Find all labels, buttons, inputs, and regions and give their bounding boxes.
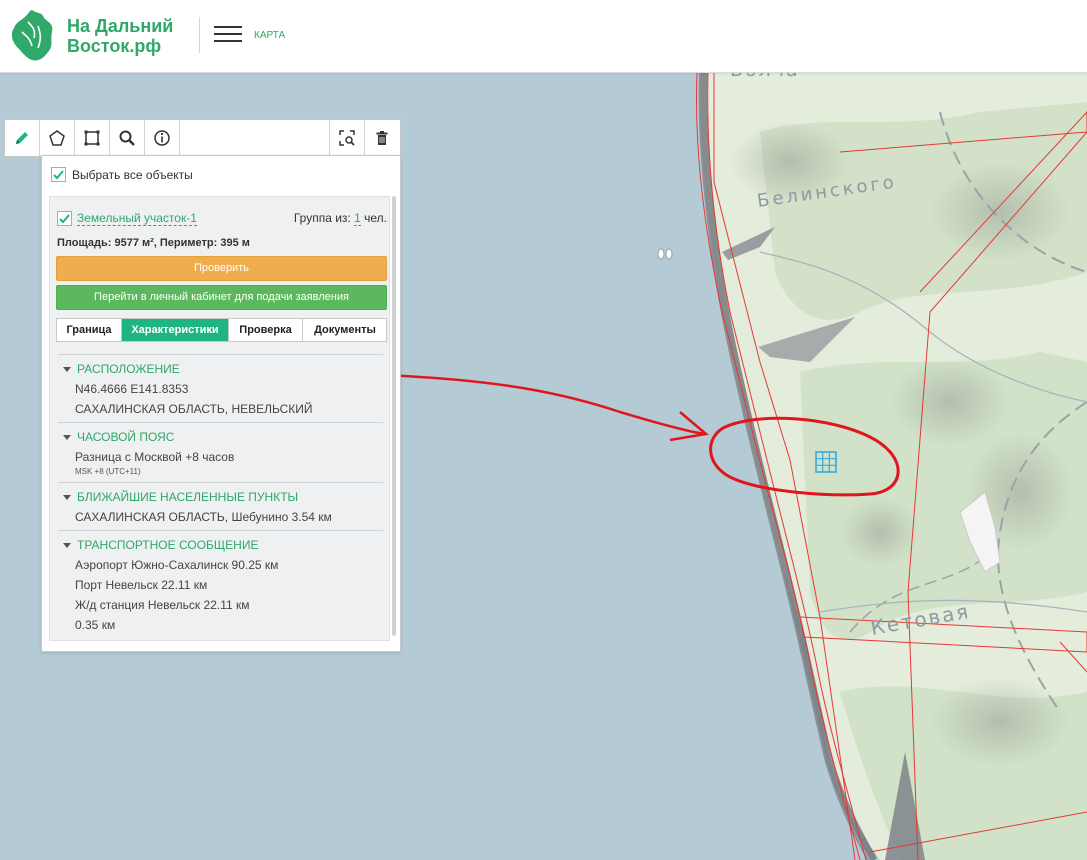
zoom-to-selection-icon[interactable] xyxy=(329,120,364,156)
parcel-tabs: Граница Характеристики Проверка Документ… xyxy=(56,318,387,342)
group-info: Группа из: 1 чел. xyxy=(293,211,387,226)
panel-scrollbar[interactable] xyxy=(392,196,396,636)
apply-button[interactable]: Перейти в личный кабинет для подачи заяв… xyxy=(56,285,387,310)
select-all-label: Выбрать все объекты xyxy=(72,167,193,182)
polygon-icon[interactable] xyxy=(40,120,75,156)
chevron-down-icon xyxy=(63,366,71,372)
select-all-checkbox[interactable] xyxy=(51,167,66,182)
tab-border[interactable]: Граница xyxy=(57,319,122,341)
area-perimeter: Площадь: 9577 м², Периметр: 395 м xyxy=(57,237,250,249)
region: САХАЛИНСКАЯ ОБЛАСТЬ, НЕВЕЛЬСКИЙ xyxy=(75,402,313,416)
info-icon[interactable] xyxy=(145,120,180,156)
nearest-settlement: САХАЛИНСКАЯ ОБЛАСТЬ, Шебунино 3.54 км xyxy=(75,510,332,524)
hamburger-menu-icon[interactable] xyxy=(214,26,242,46)
group-unit: чел. xyxy=(364,211,387,225)
section-title: РАСПОЛОЖЕНИЕ xyxy=(77,362,180,376)
chevron-down-icon xyxy=(63,542,71,548)
section-settlements-header[interactable]: БЛИЖАЙШИЕ НАСЕЛЕННЫЕ ПУНКТЫ xyxy=(63,490,298,504)
object-panel: Выбрать все объекты Земельный участок-1 … xyxy=(41,155,401,652)
header-divider xyxy=(199,17,200,53)
drawing-toolbar xyxy=(4,119,401,157)
rectangle-icon[interactable] xyxy=(75,120,110,156)
brand-name[interactable]: На Дальний Восток.рф xyxy=(67,16,173,56)
check-button[interactable]: Проверить xyxy=(56,256,387,281)
brand-line1: На Дальний xyxy=(67,16,174,36)
section-location: РАСПОЛОЖЕНИЕ N46.4666 E141.8353 САХАЛИНС… xyxy=(58,354,383,423)
tab-documents[interactable]: Документы xyxy=(303,319,387,341)
search-icon[interactable] xyxy=(110,120,145,156)
trash-icon[interactable] xyxy=(364,120,399,156)
map-menu-link[interactable]: КАРТА xyxy=(254,30,285,41)
timezone-note: MSK +8 (UTC+11) xyxy=(75,467,141,476)
section-title: ЧАСОВОЙ ПОЯС xyxy=(77,430,175,444)
section-settlements: БЛИЖАЙШИЕ НАСЕЛЕННЫЕ ПУНКТЫ САХАЛИНСКАЯ … xyxy=(58,482,383,531)
brand-line2: Восток.рф xyxy=(67,36,162,56)
section-title: БЛИЖАЙШИЕ НАСЕЛЕННЫЕ ПУНКТЫ xyxy=(77,490,299,504)
parcel-checkbox[interactable] xyxy=(57,211,72,226)
tab-characteristics[interactable]: Характеристики xyxy=(122,319,229,341)
map-label-top: Волча xyxy=(730,72,800,81)
group-count-link[interactable]: 1 xyxy=(354,211,361,226)
section-title: ТРАНСПОРТНОЕ СООБЩЕНИЕ xyxy=(77,538,259,552)
header: На Дальний Восток.рф КАРТА xyxy=(0,0,1087,73)
railway-distance: Ж/д станция Невельск 22.11 км xyxy=(75,598,250,612)
section-location-header[interactable]: РАСПОЛОЖЕНИЕ xyxy=(63,362,180,376)
airport-distance: Аэропорт Южно-Сахалинск 90.25 км xyxy=(75,558,279,572)
section-timezone-header[interactable]: ЧАСОВОЙ ПОЯС xyxy=(63,430,174,444)
timezone-diff: Разница с Москвой +8 часов xyxy=(75,450,235,464)
tab-check[interactable]: Проверка xyxy=(229,319,303,341)
group-label: Группа из: xyxy=(293,211,351,225)
parcel-card: Земельный участок-1 Группа из: 1 чел. Пл… xyxy=(49,196,390,641)
chevron-down-icon xyxy=(63,494,71,500)
chevron-down-icon xyxy=(63,434,71,440)
coordinates: N46.4666 E141.8353 xyxy=(75,382,189,396)
section-transport-header[interactable]: ТРАНСПОРТНОЕ СООБЩЕНИЕ xyxy=(63,538,258,552)
section-transport: ТРАНСПОРТНОЕ СООБЩЕНИЕ Аэропорт Южно-Сах… xyxy=(58,530,383,637)
road-distance: 0.35 км xyxy=(75,618,116,632)
logo-icon[interactable] xyxy=(8,8,56,64)
select-all-row[interactable]: Выбрать все объекты xyxy=(51,167,193,182)
pencil-icon[interactable] xyxy=(5,120,40,156)
port-distance: Порт Невельск 22.11 км xyxy=(75,578,208,592)
section-timezone: ЧАСОВОЙ ПОЯС Разница с Москвой +8 часов … xyxy=(58,422,383,483)
parcel-name-link[interactable]: Земельный участок-1 xyxy=(77,211,197,226)
